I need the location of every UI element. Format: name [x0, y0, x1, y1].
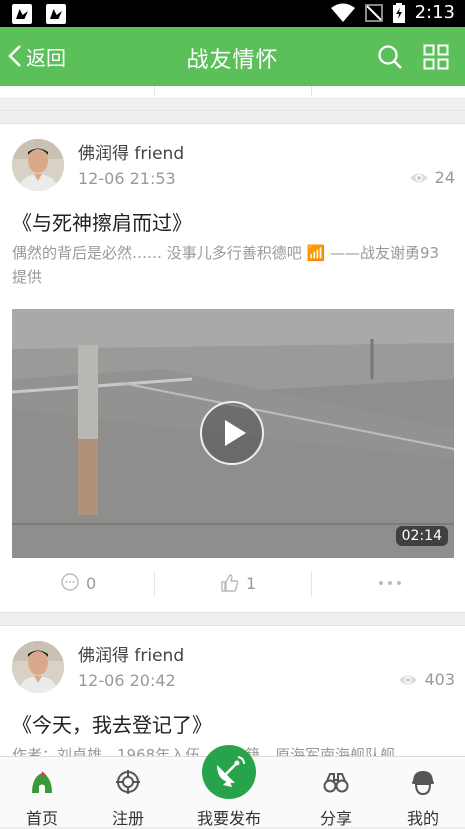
author-name[interactable]: 佛润得 friend — [78, 139, 184, 164]
post-actions: 0 1 — [0, 561, 465, 605]
post-date: 12-06 21:53 — [78, 169, 176, 188]
status-bar: 2:13 — [0, 0, 465, 27]
post-date: 12-06 20:42 — [78, 671, 176, 690]
home-icon — [32, 771, 52, 793]
comment-icon — [61, 573, 79, 591]
post-excerpt: 偶然的背后是必然…… 没事儿多行善积德吧 📶 ——战友谢勇93提供 — [12, 244, 440, 286]
tab-mine[interactable]: 我的 — [383, 757, 463, 828]
action-divider — [311, 86, 312, 96]
tab-share[interactable]: 分享 — [296, 757, 376, 828]
tab-share-label: 分享 — [319, 809, 352, 828]
view-count: 403 — [398, 670, 455, 689]
action-divider — [311, 571, 312, 597]
previous-post-tail — [0, 86, 465, 99]
video-player[interactable]: 02:14 — [12, 309, 454, 558]
comment-button[interactable]: 0 — [60, 561, 96, 605]
app-header: 返回 战友情怀 — [0, 27, 465, 86]
search-icon[interactable] — [377, 44, 403, 70]
like-button[interactable]: 1 — [220, 561, 256, 605]
tab-mine-label: 我的 — [406, 809, 439, 828]
user-avatar-image — [12, 641, 64, 693]
post-title[interactable]: 《今天，我去登记了》 — [12, 709, 212, 738]
post-card[interactable]: 佛润得 friend 12-06 21:53 24 《与死神擦肩而过》 偶然的背… — [0, 124, 465, 612]
more-dots-icon — [379, 581, 401, 585]
author-name[interactable]: 佛润得 friend — [78, 641, 184, 666]
tab-publish-label: 我要发布 — [196, 809, 261, 828]
avatar[interactable] — [12, 139, 64, 191]
thumbs-up-icon — [221, 574, 239, 592]
battery-icon — [392, 2, 405, 23]
avatar[interactable] — [12, 641, 64, 693]
binoculars-icon — [323, 773, 349, 793]
card-gap — [0, 110, 465, 124]
eye-icon — [399, 675, 418, 684]
tab-register-label: 注册 — [111, 809, 144, 828]
play-button[interactable] — [200, 401, 264, 465]
post-card[interactable]: 佛润得 friend 12-06 20:42 403 《今天，我去登记了》 作者… — [0, 626, 465, 756]
view-count-value: 24 — [434, 168, 455, 187]
more-button[interactable] — [378, 561, 402, 605]
tab-home[interactable]: 首页 — [2, 757, 82, 828]
action-divider — [154, 571, 155, 597]
crosshair-icon — [116, 770, 140, 794]
action-divider — [154, 86, 155, 96]
comment-count: 0 — [86, 573, 97, 593]
no-signal-icon — [364, 3, 383, 22]
post-title[interactable]: 《与死神擦肩而过》 — [12, 207, 192, 236]
view-count-value: 403 — [424, 670, 455, 689]
video-duration: 02:14 — [395, 526, 448, 546]
app-notification-icon — [12, 4, 32, 24]
play-icon — [225, 420, 246, 446]
soldier-helmet-icon — [412, 771, 434, 795]
post-feed[interactable]: 佛润得 friend 12-06 21:53 24 《与死神擦肩而过》 偶然的背… — [0, 86, 465, 756]
app-notification-icon — [46, 4, 66, 24]
wifi-icon — [330, 3, 355, 22]
tab-home-label: 首页 — [25, 809, 58, 828]
user-avatar-image — [12, 139, 64, 191]
like-count: 1 — [246, 573, 257, 593]
tab-publish[interactable]: 我要发布 — [189, 757, 269, 828]
clock: 2:13 — [414, 2, 455, 23]
eye-icon — [409, 173, 428, 182]
grid-menu-icon[interactable] — [423, 44, 449, 70]
view-count: 24 — [409, 168, 455, 187]
bottom-tab-bar: 首页 注册 我要发布 分享 我的 — [0, 745, 465, 828]
tab-register[interactable]: 注册 — [88, 757, 168, 828]
card-gap — [0, 612, 465, 626]
